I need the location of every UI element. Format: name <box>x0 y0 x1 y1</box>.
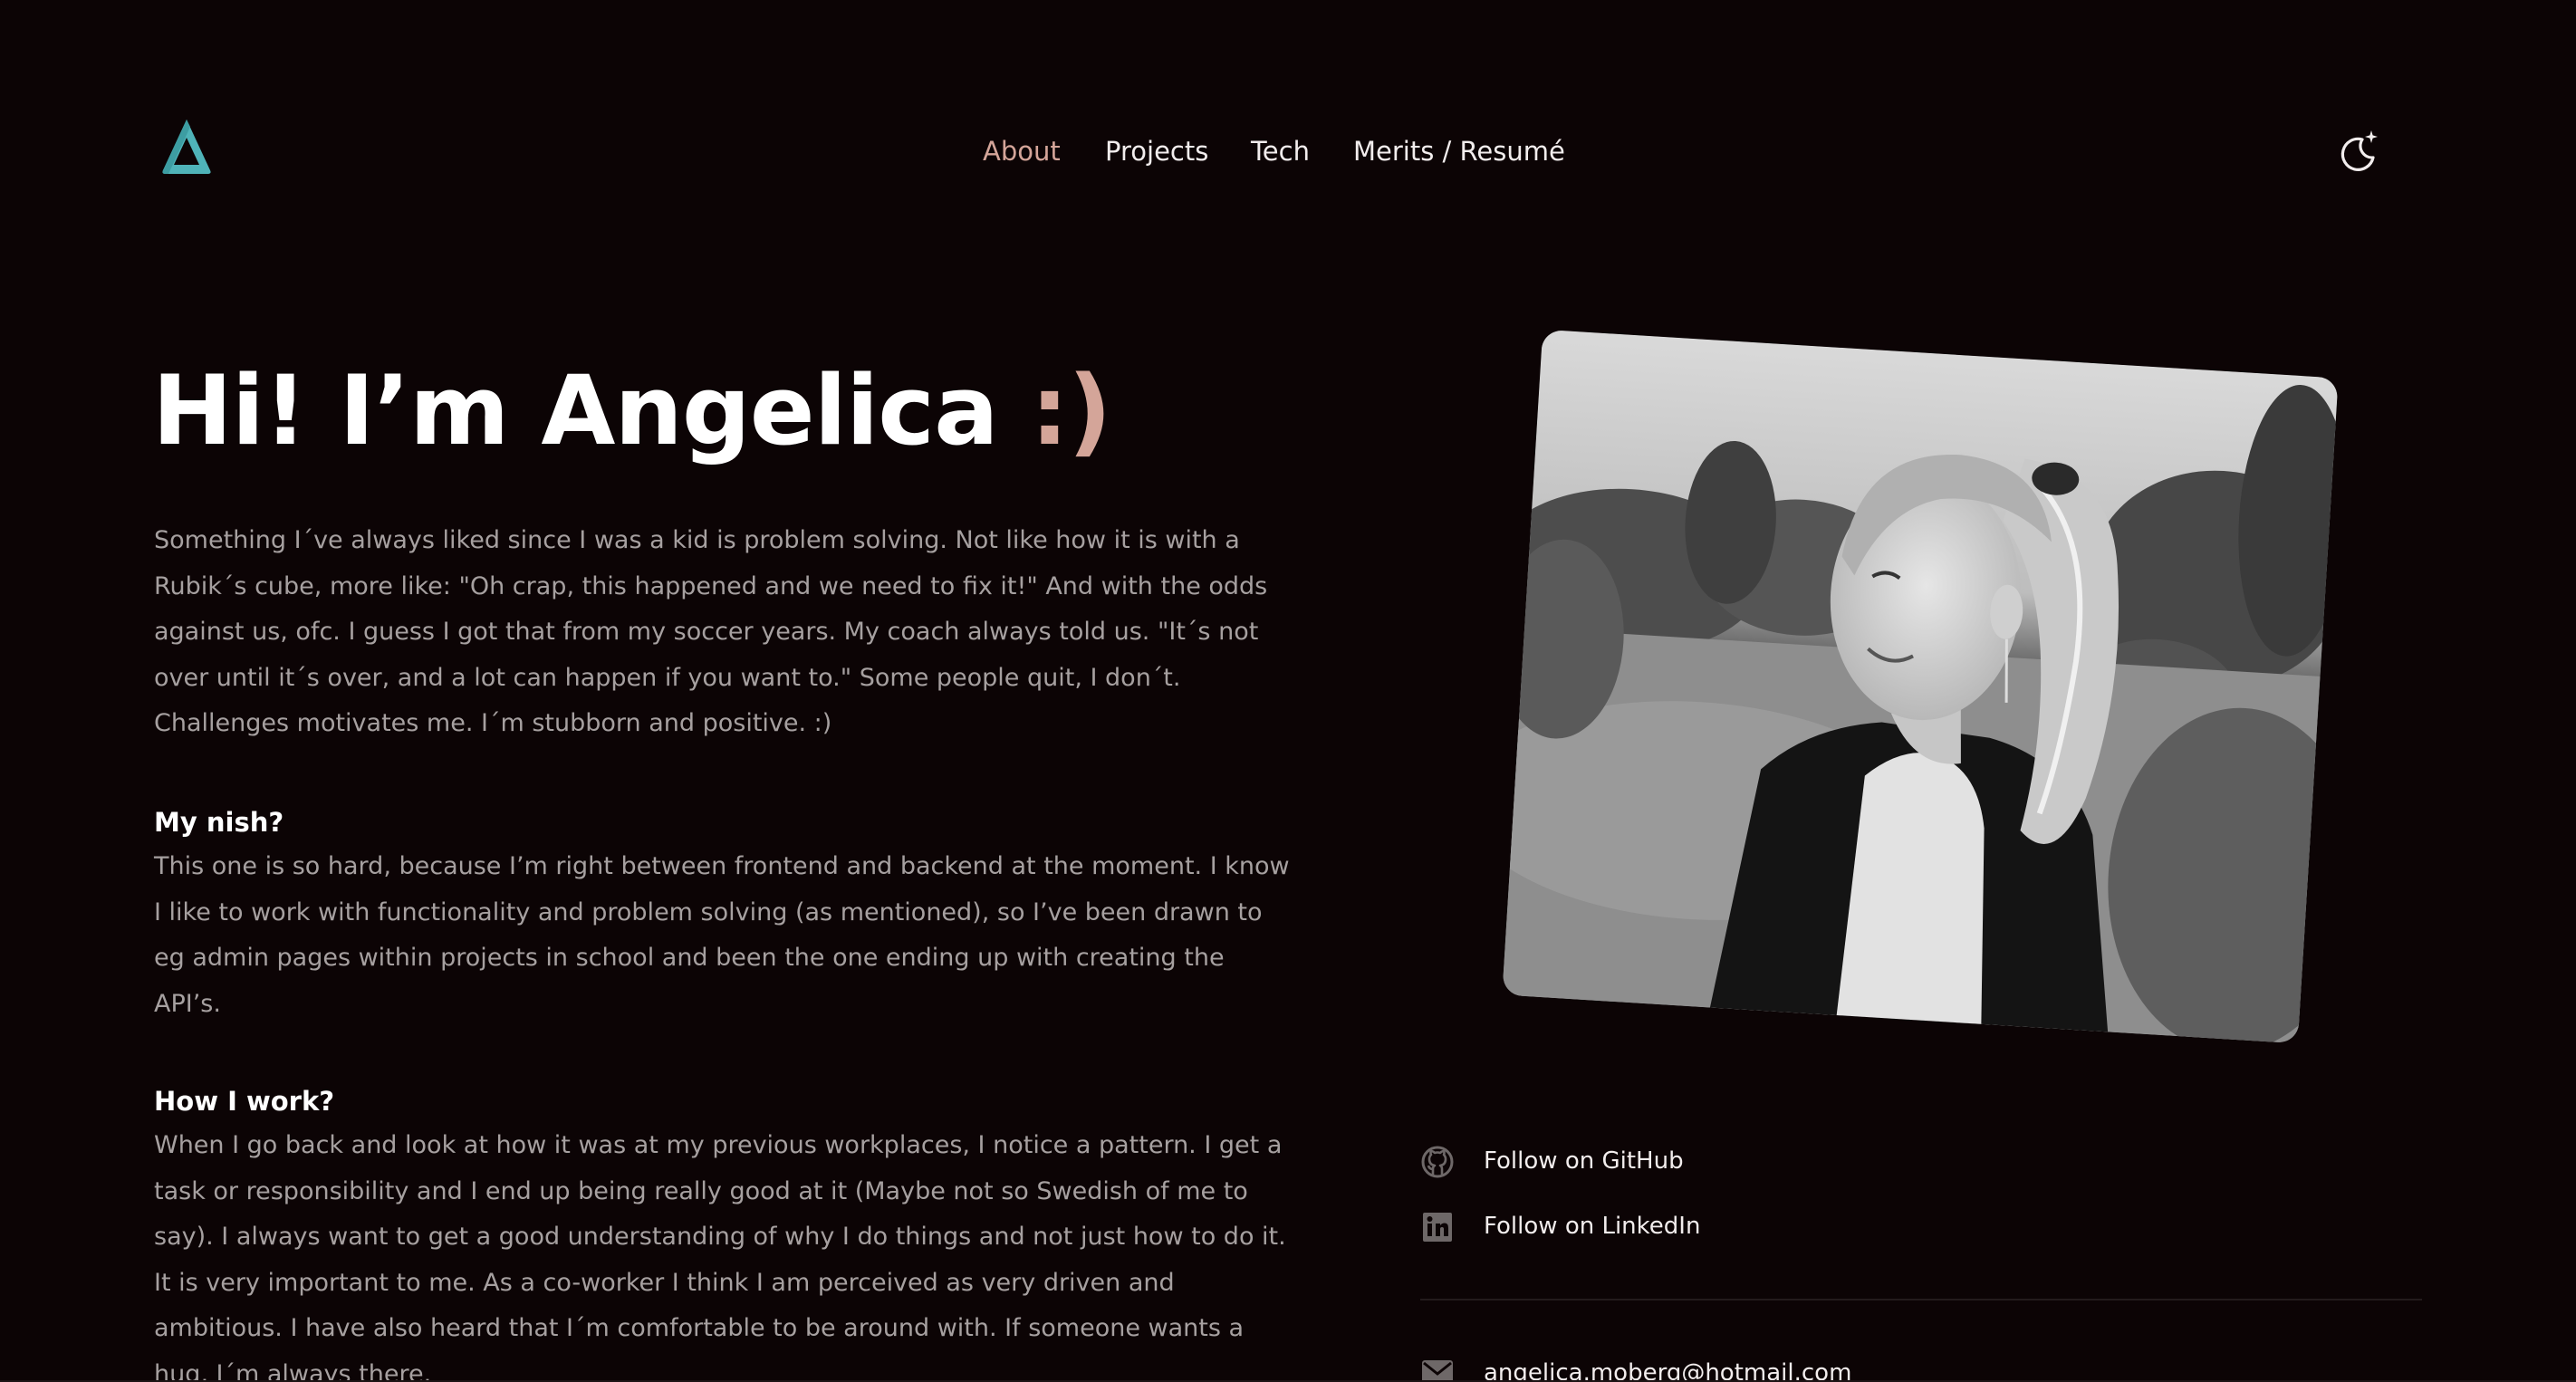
nav-tech[interactable]: Tech <box>1251 130 1310 172</box>
work-paragraph: When I go back and look at how it was at… <box>154 1131 1286 1382</box>
work-heading: How I work? <box>154 1086 335 1117</box>
niche-heading: My nish? <box>154 807 284 838</box>
profile-photo <box>1502 329 2339 1044</box>
divider <box>1420 1299 2422 1300</box>
page-title: Hi! I’m Angelica :) <box>152 348 1112 475</box>
nav-about[interactable]: About <box>983 130 1061 172</box>
linkedin-icon <box>1420 1210 1455 1244</box>
main-nav: About Projects Tech Merits / Resumé <box>0 130 2576 172</box>
linkedin-label: Follow on LinkedIn <box>1484 1213 1701 1240</box>
github-link[interactable]: Follow on GitHub <box>1420 1141 1801 1181</box>
email-link[interactable]: angelica.moberg@hotmail.com <box>1420 1353 1964 1382</box>
about-page: About Projects Tech Merits / Resumé Hi! … <box>0 0 2576 1382</box>
niche-paragraph: This one is so hard, because I’m right b… <box>154 852 1290 1018</box>
github-label: Follow on GitHub <box>1484 1147 1684 1175</box>
linkedin-link[interactable]: Follow on LinkedIn <box>1420 1206 1801 1246</box>
intro-paragraph: Something I´ve always liked since I was … <box>154 526 1268 737</box>
hero-smiley: :) <box>1030 355 1112 466</box>
mail-icon <box>1420 1358 1455 1382</box>
github-icon <box>1420 1145 1455 1179</box>
moon-star-icon[interactable] <box>2335 127 2382 174</box>
email-label: angelica.moberg@hotmail.com <box>1484 1359 1852 1382</box>
hero-title-text: Hi! I’m Angelica <box>152 355 999 466</box>
nav-projects[interactable]: Projects <box>1105 130 1208 172</box>
nav-merits-resume[interactable]: Merits / Resumé <box>1353 130 1565 172</box>
